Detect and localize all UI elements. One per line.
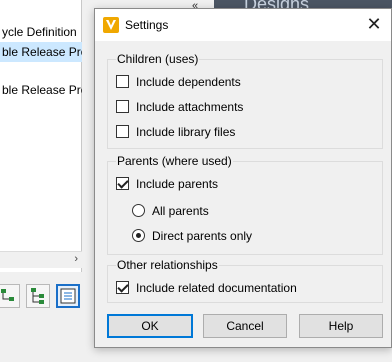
dialog-title: Settings [125, 18, 169, 32]
background-tree-panel: ycle Definition ble Release Proc ble Rel… [0, 0, 82, 272]
settings-dialog: Settings ✕ Children (uses) Include depen… [94, 8, 392, 348]
checkbox-box[interactable] [116, 125, 129, 139]
tree-row[interactable]: ycle Definition [0, 22, 82, 42]
radio-circle[interactable] [132, 204, 145, 218]
include-related-documentation-checkbox[interactable]: Include related documentation [116, 280, 297, 296]
v-app-icon [103, 17, 119, 33]
background-toolbar [0, 284, 90, 314]
tree-row-selected[interactable]: ble Release Proc [0, 42, 82, 62]
direct-parents-only-radio[interactable]: Direct parents only [132, 228, 252, 244]
other-group-label: Other relationships [116, 258, 219, 272]
close-icon[interactable]: ✕ [363, 13, 385, 35]
include-library-files-checkbox[interactable]: Include library files [116, 124, 235, 140]
parents-group-label: Parents (where used) [116, 154, 233, 168]
other-relationships-group: Other relationships Include related docu… [107, 258, 383, 303]
checkbox-box[interactable] [116, 177, 129, 191]
parents-group: Parents (where used) Include parents All… [107, 154, 383, 255]
ok-button[interactable]: OK [107, 314, 193, 338]
radio-circle[interactable] [132, 229, 145, 243]
cancel-button[interactable]: Cancel [203, 314, 287, 338]
tree-view-icon[interactable] [0, 284, 20, 308]
option-label: Include library files [136, 124, 236, 139]
include-dependents-checkbox[interactable]: Include dependents [116, 74, 241, 90]
checkbox-box[interactable] [116, 75, 129, 89]
scroll-right-arrow[interactable]: › [74, 253, 78, 265]
dialog-titlebar[interactable]: Settings ✕ [95, 9, 391, 41]
include-attachments-checkbox[interactable]: Include attachments [116, 99, 243, 115]
settings-list-icon[interactable] [56, 284, 80, 308]
hierarchy-icon[interactable] [26, 284, 50, 308]
horizontal-scrollbar[interactable]: › [0, 251, 82, 268]
include-parents-checkbox[interactable]: Include parents [116, 176, 218, 192]
checkbox-box[interactable] [116, 281, 129, 295]
children-group: Children (uses) Include dependents Inclu… [107, 52, 383, 149]
option-label: Include dependents [136, 74, 241, 89]
all-parents-radio[interactable]: All parents [132, 203, 209, 219]
children-group-label: Children (uses) [116, 52, 200, 66]
option-label: All parents [152, 203, 209, 218]
option-label: Include parents [136, 176, 219, 191]
option-label: Direct parents only [152, 228, 253, 243]
option-label: Include related documentation [136, 280, 297, 295]
help-button[interactable]: Help [299, 314, 383, 338]
tree-row[interactable]: ble Release Proc [0, 80, 82, 100]
option-label: Include attachments [136, 99, 244, 114]
checkbox-box[interactable] [116, 100, 129, 114]
